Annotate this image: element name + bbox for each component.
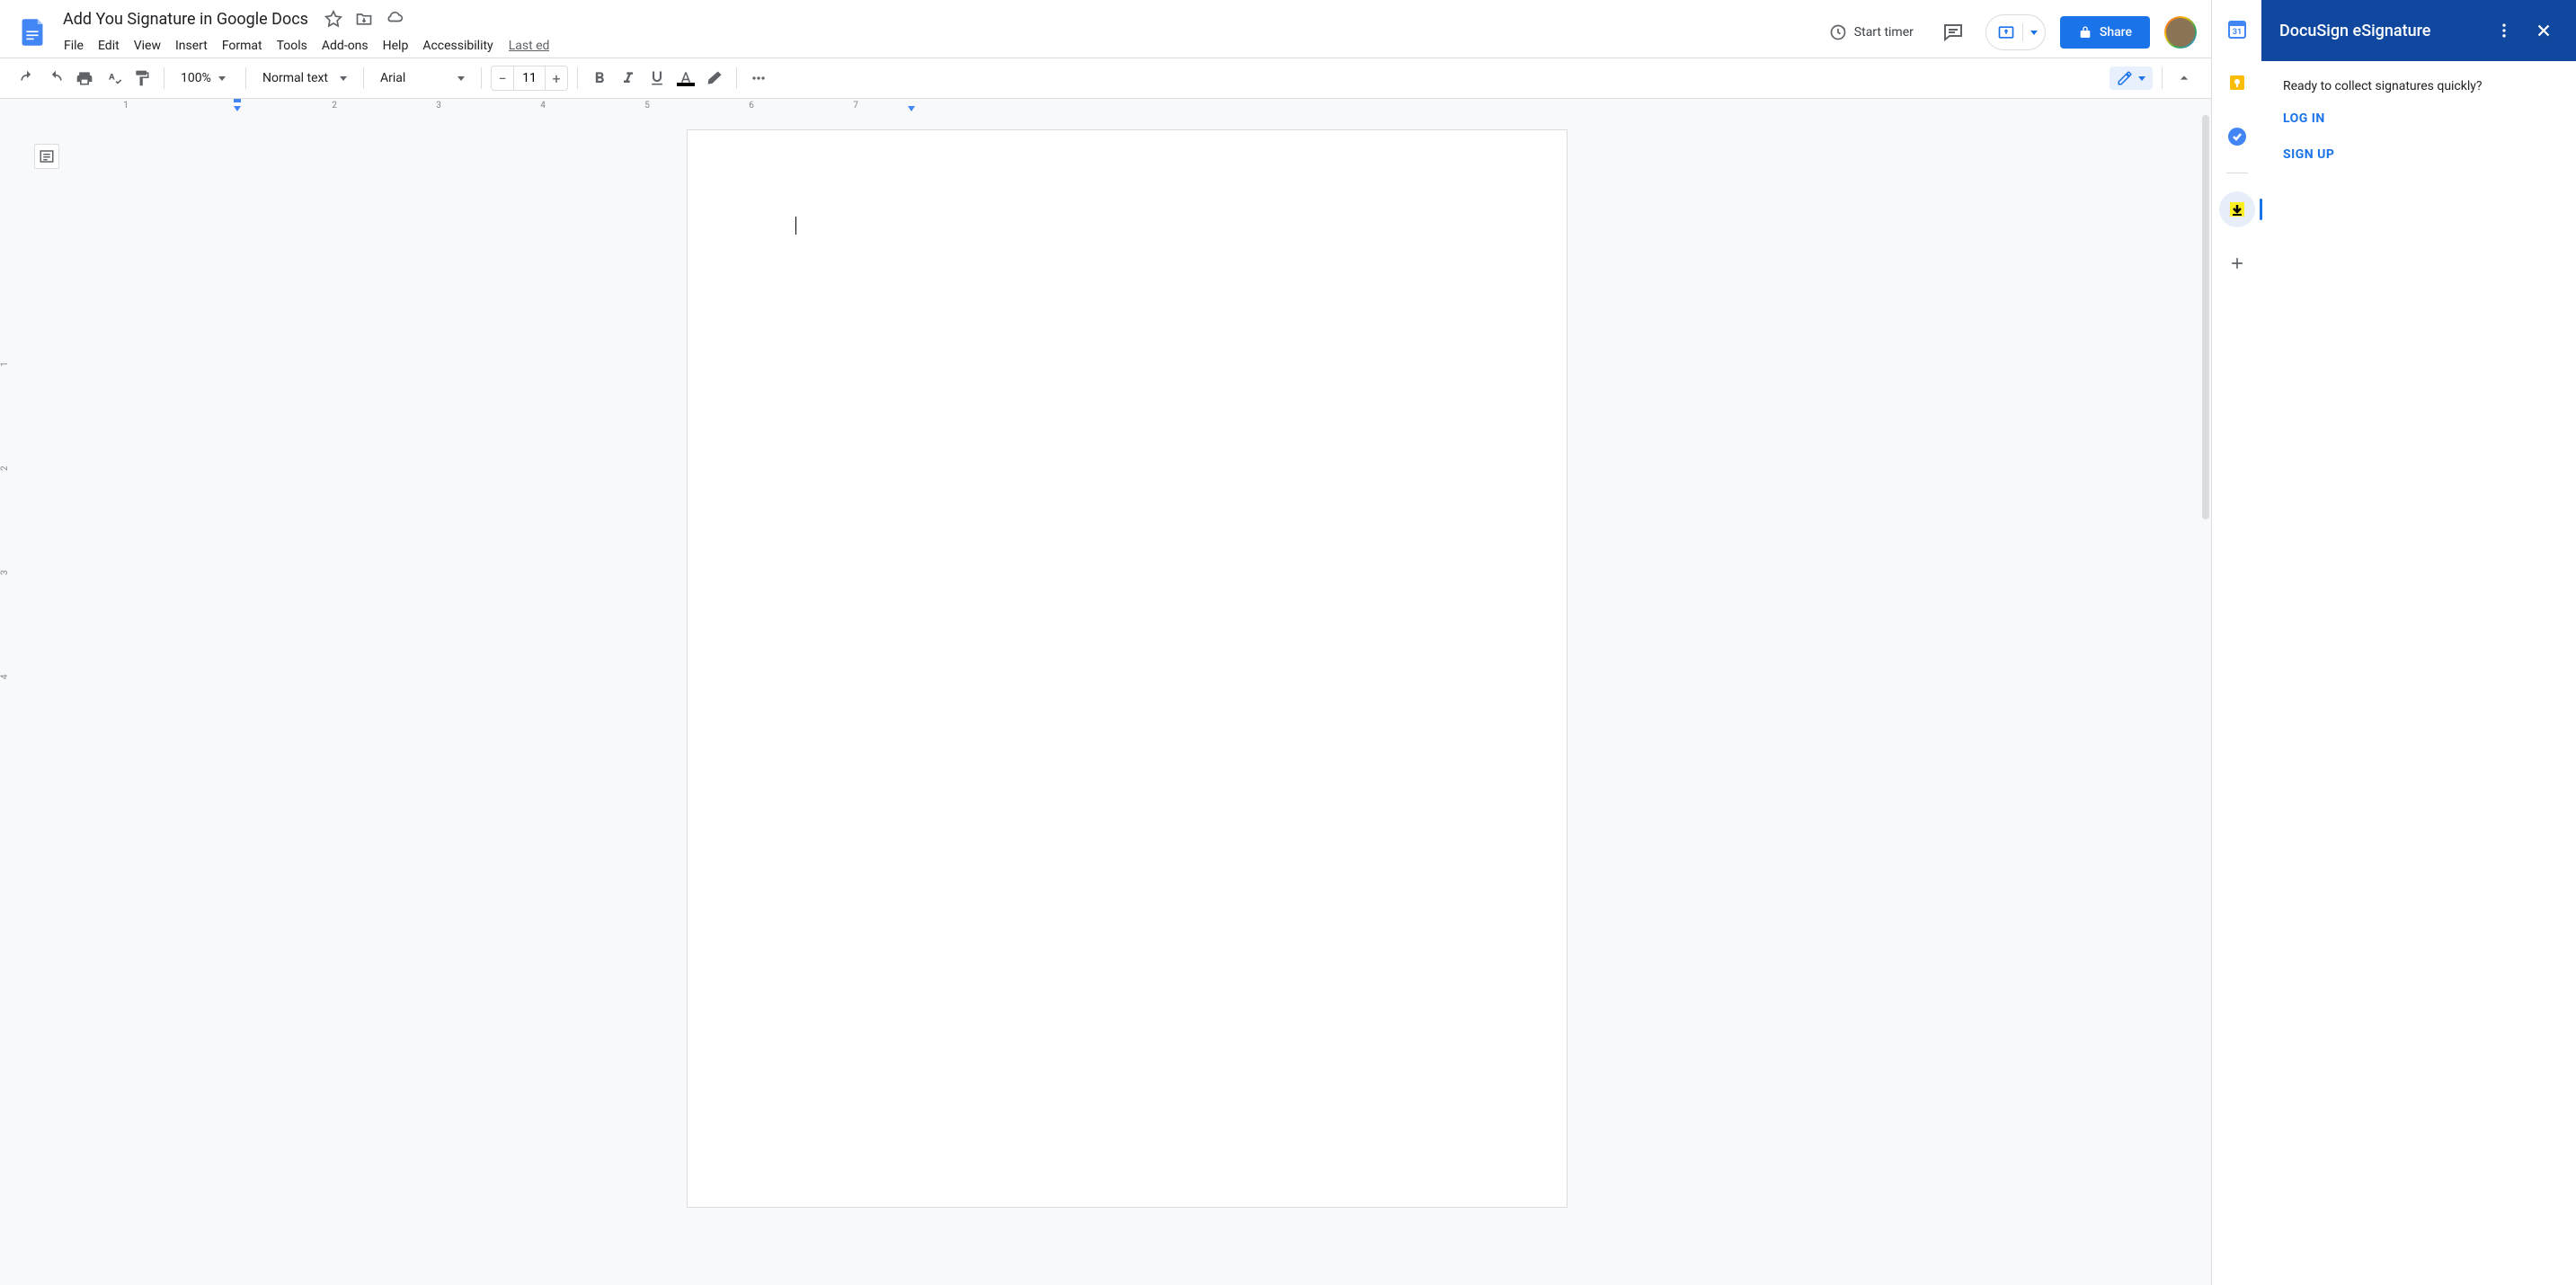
kebab-menu-icon [2495,22,2513,40]
star-icon[interactable] [324,10,342,28]
collapse-toolbar-button[interactable] [2172,66,2197,91]
menu-format[interactable]: Format [216,35,269,57]
vruler-mark: 3 [0,570,10,575]
present-button[interactable] [1985,14,2046,50]
menu-tools[interactable]: Tools [271,35,314,57]
vertical-ruler[interactable]: 1 2 3 4 [0,115,43,1285]
underline-button[interactable] [644,66,670,91]
bold-button[interactable] [587,66,612,91]
chevron-down-icon [2138,76,2145,81]
more-tools-button[interactable] [746,66,771,91]
start-timer-button[interactable]: Start timer [1822,20,1921,45]
comment-icon [1942,22,1964,43]
chevron-down-icon [2030,31,2038,35]
tasks-addon-button[interactable] [2219,119,2255,155]
lock-icon [2078,25,2092,40]
docusign-header: DocuSign eSignature [2261,0,2576,61]
ruler-mark: 3 [436,101,441,111]
redo-button[interactable] [43,66,68,91]
docusign-signup-link[interactable]: SIGN UP [2283,147,2554,162]
editing-mode-button[interactable] [2110,66,2153,90]
ruler-mark: 6 [749,101,754,111]
docusign-side-panel: DocuSign eSignature Ready to collect sig… [2261,0,2576,1285]
start-timer-label: Start timer [1854,25,1914,40]
menu-insert[interactable]: Insert [169,35,214,57]
calendar-addon-button[interactable]: 31 [2219,11,2255,47]
undo-button[interactable] [14,66,40,91]
paragraph-style-select[interactable]: Normal text [255,67,354,89]
move-icon[interactable] [355,10,373,28]
font-size-increase[interactable]: + [546,66,567,90]
get-addons-button[interactable] [2219,245,2255,281]
menu-view[interactable]: View [128,35,167,57]
menu-edit[interactable]: Edit [92,35,126,57]
menu-bar: File Edit View Insert Format Tools Add-o… [58,33,1822,58]
timer-icon [1829,23,1847,41]
document-page[interactable] [687,129,1568,1208]
docs-logo[interactable] [14,14,50,50]
cloud-status-icon[interactable] [386,10,404,28]
font-size-control: − + [491,66,568,91]
comments-history-button[interactable] [1935,14,1971,50]
ruler-mark: 2 [332,101,337,111]
ruler-mark: 1 [123,101,129,111]
zoom-value: 100% [181,71,211,85]
italic-button[interactable] [616,66,641,91]
zoom-select[interactable]: 100% [173,67,236,89]
close-icon [2534,21,2554,40]
present-icon [1997,23,2015,41]
user-avatar[interactable] [2164,16,2197,49]
vruler-mark: 1 [0,361,10,367]
share-label: Share [2100,25,2132,40]
print-button[interactable] [72,66,97,91]
docusign-menu-button[interactable] [2490,16,2518,45]
font-value: Arial [380,71,405,85]
docusign-title: DocuSign eSignature [2279,22,2479,40]
chevron-down-icon [218,76,226,81]
docusign-addon-button[interactable] [2219,191,2255,227]
document-title[interactable]: Add You Signature in Google Docs [58,8,314,31]
keep-addon-button[interactable] [2219,65,2255,101]
highlight-button[interactable] [702,66,727,91]
vruler-mark: 2 [0,465,10,471]
toolbar: 100% Normal text Arial − + [0,58,2211,98]
docusign-login-link[interactable]: LOG IN [2283,111,2554,126]
docusign-close-button[interactable] [2529,16,2558,45]
side-panel-rail: 31 [2211,0,2261,1285]
svg-text:31: 31 [2232,28,2241,37]
text-cursor [795,217,796,235]
menu-addons[interactable]: Add-ons [315,35,375,57]
paragraph-style-value: Normal text [262,71,328,85]
last-edit-link[interactable]: Last ed [509,39,550,53]
ruler-mark: 5 [644,101,650,111]
pencil-icon [2117,70,2133,86]
chevron-down-icon [340,76,347,81]
ruler-mark: 4 [540,101,546,111]
scrollbar[interactable] [2200,115,2211,1285]
ruler-mark: 7 [853,101,858,111]
paint-format-button[interactable] [129,66,155,91]
docusign-prompt: Ready to collect signatures quickly? [2283,79,2554,93]
chevron-down-icon [457,76,465,81]
right-indent-marker[interactable] [906,106,917,115]
spellcheck-button[interactable] [101,66,126,91]
menu-help[interactable]: Help [377,35,415,57]
document-outline-button[interactable] [34,144,59,169]
font-size-decrease[interactable]: − [492,66,513,90]
font-select[interactable]: Arial [373,67,472,89]
menu-accessibility[interactable]: Accessibility [416,35,499,57]
menu-file[interactable]: File [58,35,90,57]
left-indent-marker[interactable] [232,99,243,114]
horizontal-ruler[interactable]: 1 2 3 4 5 6 7 [0,99,2211,115]
share-button[interactable]: Share [2060,16,2150,49]
document-scroll-area[interactable]: 1 2 3 4 [0,115,2211,1285]
text-color-button[interactable] [673,66,698,91]
vruler-mark: 4 [0,674,10,679]
app-header: Add You Signature in Google Docs [0,0,2211,58]
font-size-input[interactable] [513,66,546,90]
